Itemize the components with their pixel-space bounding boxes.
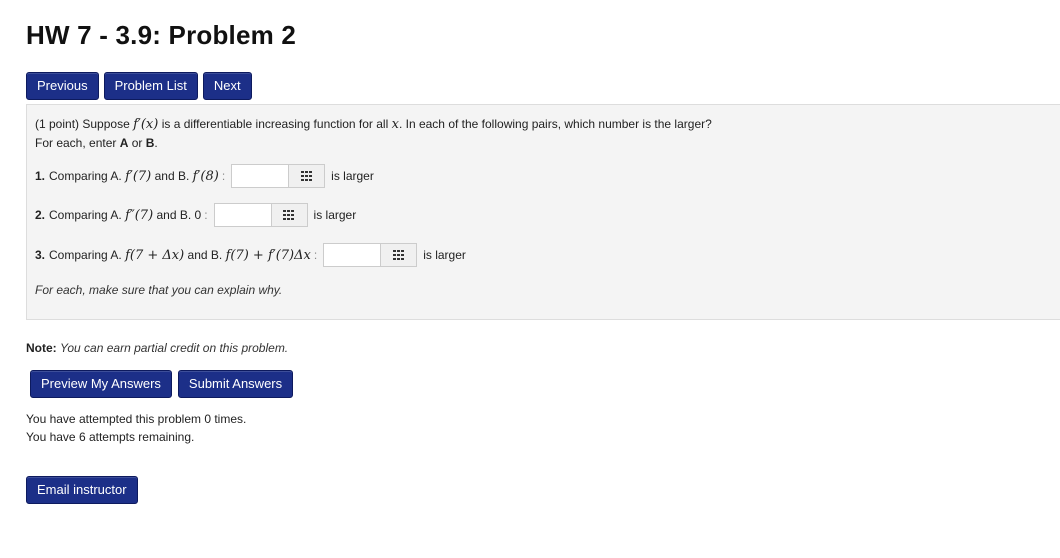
intro-variable: x	[391, 117, 399, 132]
is-larger-label: is larger	[331, 169, 374, 183]
intro-text-b: is a differentiable increasing function …	[161, 117, 389, 131]
question-text-b: and B.	[187, 248, 223, 262]
question-expr-a: f(7 + Δx)	[125, 247, 185, 263]
question-text-a: Comparing A.	[49, 208, 122, 222]
grid-icon	[283, 210, 296, 220]
previous-button[interactable]: Previous	[26, 72, 99, 100]
intro-function: f′(x)	[133, 117, 159, 132]
grid-icon	[300, 171, 313, 181]
answer-actions: Preview My Answers Submit Answers	[30, 370, 294, 398]
instruction-end: .	[154, 136, 158, 150]
partial-credit-note: Note: You can earn partial credit on thi…	[26, 341, 288, 355]
question-number: 3.	[35, 248, 46, 262]
instruction-text-a: For each, enter	[35, 136, 117, 150]
problem-intro: (1 point) Suppose f′(x) is a differentia…	[35, 115, 712, 152]
note-text: You can earn partial credit on this prob…	[60, 341, 289, 355]
email-section: Email instructor	[26, 476, 138, 504]
intro-text-a: Suppose	[82, 117, 130, 131]
question-2: 2. Comparing A. f″(7) and B. 0 : is larg…	[35, 203, 356, 227]
is-larger-label: is larger	[423, 248, 466, 262]
question-text-b: and B. 0	[156, 208, 202, 222]
problem-panel: (1 point) Suppose f′(x) is a differentia…	[26, 104, 1060, 320]
grid-icon	[392, 250, 405, 260]
question-expr-a: f″(7)	[125, 207, 154, 223]
question-text-b: and B.	[154, 169, 190, 183]
answer-input-3[interactable]	[323, 243, 382, 267]
question-expr-b: f′(8)	[192, 168, 219, 184]
email-instructor-button[interactable]: Email instructor	[26, 476, 138, 504]
answer-input-2[interactable]	[213, 203, 272, 227]
question-colon: :	[221, 169, 226, 183]
question-number: 1.	[35, 169, 46, 183]
page-title: HW 7 - 3.9: Problem 2	[26, 20, 297, 50]
points-label: (1 point)	[35, 117, 80, 131]
attempts-remaining: You have 6 attempts remaining.	[26, 430, 195, 444]
instruction-or: or	[131, 136, 143, 150]
attempts-made: You have attempted this problem 0 times.	[26, 412, 247, 426]
is-larger-label: is larger	[313, 208, 357, 222]
intro-text-c: . In each of the following pairs, which …	[398, 117, 712, 131]
next-button[interactable]: Next	[202, 72, 252, 100]
attempts-info: You have attempted this problem 0 times.…	[26, 410, 246, 446]
answer-input-1[interactable]	[231, 164, 290, 188]
answer-menu-button-1[interactable]	[289, 164, 326, 188]
problem-nav: Previous Problem List Next	[26, 72, 252, 100]
instruction-option-a: A	[119, 136, 129, 150]
question-text-a: Comparing A.	[49, 248, 122, 262]
answer-menu-button-3[interactable]	[381, 243, 418, 267]
question-text-a: Comparing A.	[49, 169, 122, 183]
explain-note: For each, make sure that you can explain…	[35, 283, 283, 297]
question-3: 3. Comparing A. f(7 + Δx) and B. f(7) + …	[35, 243, 466, 267]
question-colon: :	[313, 248, 318, 262]
note-label: Note:	[26, 341, 57, 355]
preview-answers-button[interactable]: Preview My Answers	[30, 370, 172, 398]
problem-list-button[interactable]: Problem List	[103, 72, 198, 100]
question-expr-a: f′(7)	[125, 168, 152, 184]
question-colon: :	[204, 208, 208, 222]
answer-menu-button-2[interactable]	[271, 203, 308, 227]
question-1: 1. Comparing A. f′(7) and B. f′(8) : is …	[35, 164, 374, 188]
question-expr-b: f(7) + f′(7)Δx	[225, 247, 311, 263]
question-number: 2.	[35, 208, 46, 222]
submit-answers-button[interactable]: Submit Answers	[177, 370, 294, 398]
